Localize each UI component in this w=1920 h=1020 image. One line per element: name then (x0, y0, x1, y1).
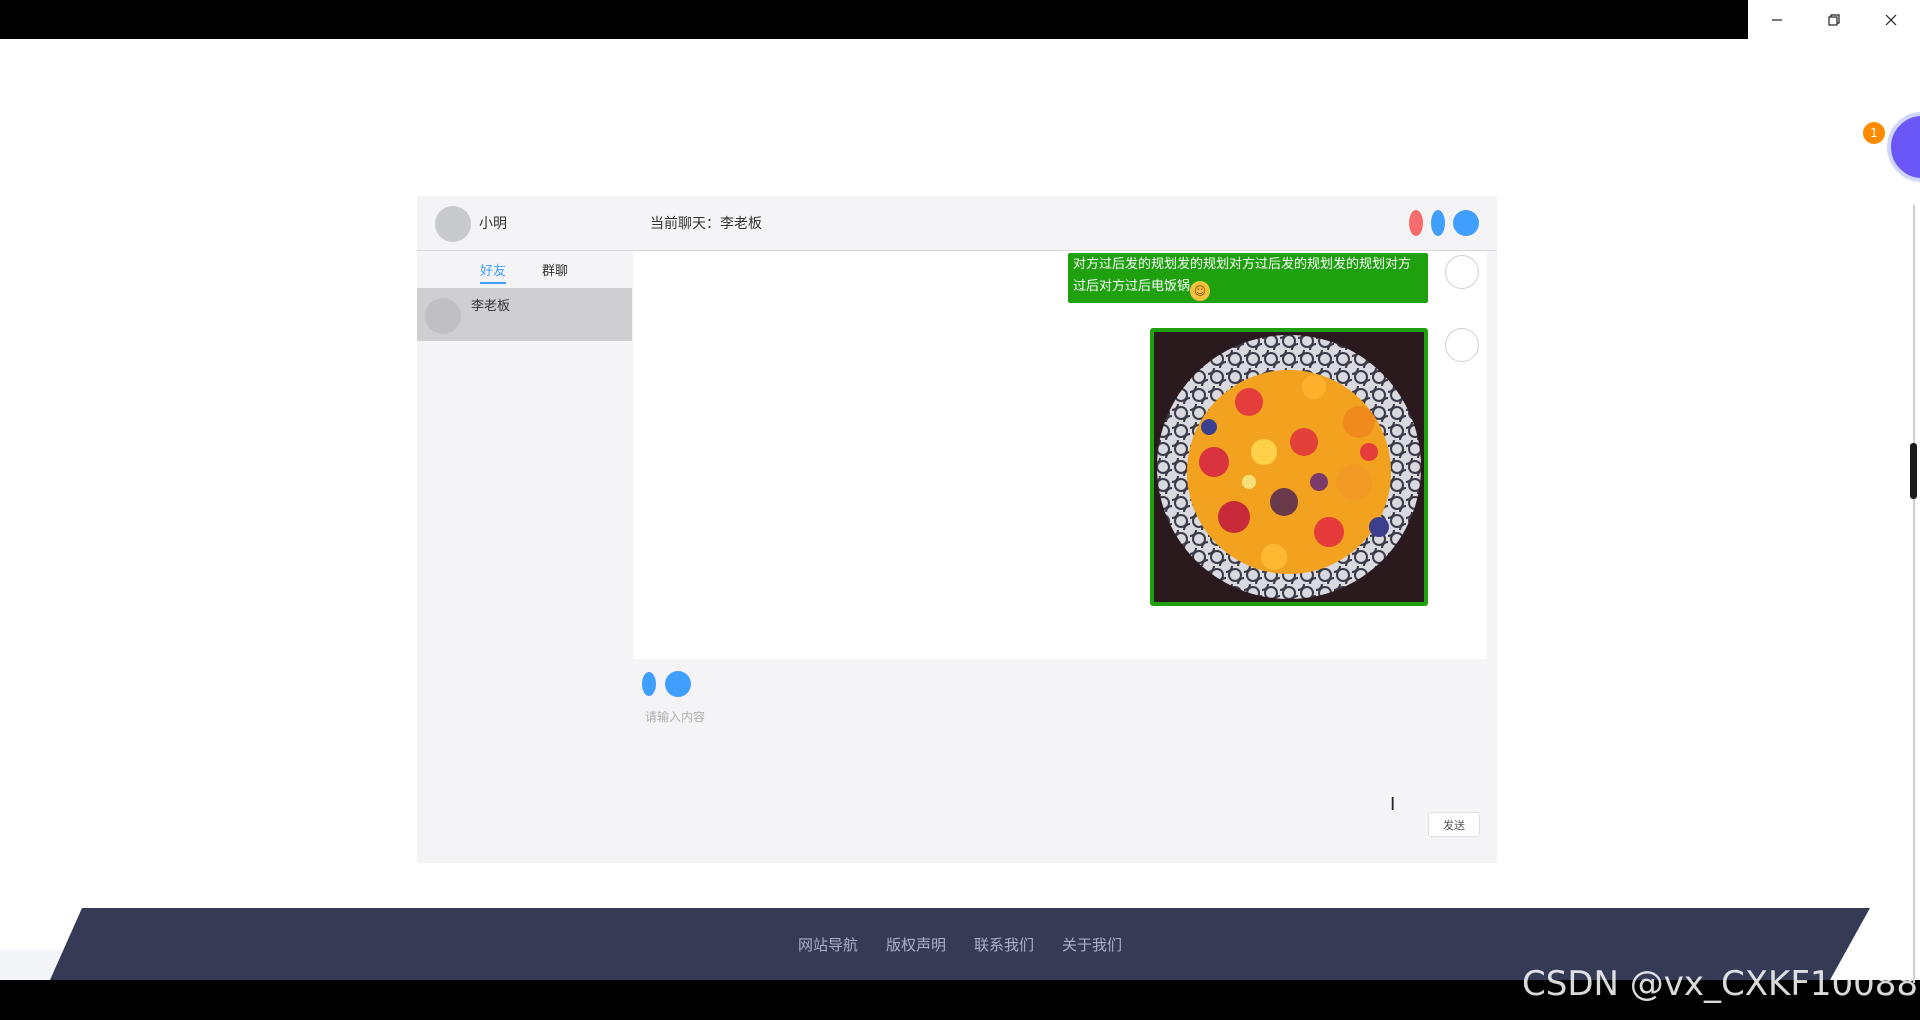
avatar[interactable] (1445, 328, 1479, 362)
footer-link-site-nav[interactable]: 网站导航 (798, 934, 858, 955)
message-list[interactable]: 对方过后发的规划发的规划对方过后发的规划发的规划对方过后对方过后电饭锅 ☺ (633, 251, 1487, 659)
blue-dot-tool-button[interactable] (642, 672, 656, 696)
blue-dot-button[interactable] (1431, 210, 1445, 236)
restore-button[interactable] (1805, 0, 1862, 39)
fruit-salad-photo (1154, 332, 1424, 602)
scrollbar-track[interactable] (1913, 205, 1915, 983)
smiling-face-emoji-icon: ☺ (1190, 281, 1211, 301)
avatar (425, 298, 461, 334)
avatar[interactable] (435, 206, 471, 242)
blue-circle-tool-button[interactable] (665, 671, 691, 697)
contact-name: 李老板 (471, 299, 511, 314)
contact-sidebar: 好友 群聊 李老板 (417, 251, 632, 863)
scrollbar-thumb[interactable] (1910, 443, 1917, 499)
footer-link-contact[interactable]: 联系我们 (974, 934, 1034, 955)
restore-icon (1828, 13, 1840, 26)
window-title-bar (0, 0, 1920, 39)
red-dot-button[interactable] (1409, 210, 1423, 236)
message-text: 对方过后发的规划发的规划对方过后发的规划发的规划对方过后对方过后电饭锅 (1073, 257, 1412, 294)
header-actions (1409, 210, 1479, 236)
assistant-widget[interactable] (1883, 110, 1920, 190)
chat-window: 小明 当前聊天：李老板 好友 群聊 李老板 对方过后发的规划发的规划对方过后发的… (417, 196, 1497, 863)
footer-link-about[interactable]: 关于我们 (1062, 934, 1122, 955)
current-chat-title: 当前聊天：李老板 (650, 216, 762, 232)
user-name: 小明 (479, 216, 507, 232)
avatar[interactable] (1445, 255, 1479, 289)
message-bubble-image[interactable] (1150, 328, 1428, 606)
tab-groups[interactable]: 群聊 (542, 260, 568, 279)
active-tab-indicator (480, 282, 506, 284)
close-icon (1885, 14, 1897, 25)
sidebar-tabs: 好友 群聊 (417, 251, 632, 288)
send-button[interactable]: 发送 (1428, 812, 1480, 837)
tab-friends[interactable]: 好友 (480, 260, 506, 279)
notification-badge: 1 (1863, 122, 1885, 144)
watermark: CSDN @vx_CXKF10088 (1522, 964, 1919, 1004)
blue-circle-button[interactable] (1453, 210, 1479, 236)
composer: 发送 (633, 659, 1497, 863)
close-button[interactable] (1863, 0, 1920, 39)
message-input[interactable] (633, 704, 1453, 804)
window-controls (1748, 0, 1920, 39)
minimize-icon (1771, 18, 1782, 21)
assistant-icon (1887, 112, 1920, 182)
message-bubble-text: 对方过后发的规划发的规划对方过后发的规划发的规划对方过后对方过后电饭锅 ☺ (1068, 253, 1428, 303)
contact-item[interactable]: 李老板 (417, 288, 632, 341)
text-cursor-icon: I (1390, 794, 1396, 815)
footer-link-copyright[interactable]: 版权声明 (886, 934, 946, 955)
chat-header: 小明 当前聊天：李老板 (417, 196, 1497, 251)
minimize-button[interactable] (1748, 0, 1805, 39)
